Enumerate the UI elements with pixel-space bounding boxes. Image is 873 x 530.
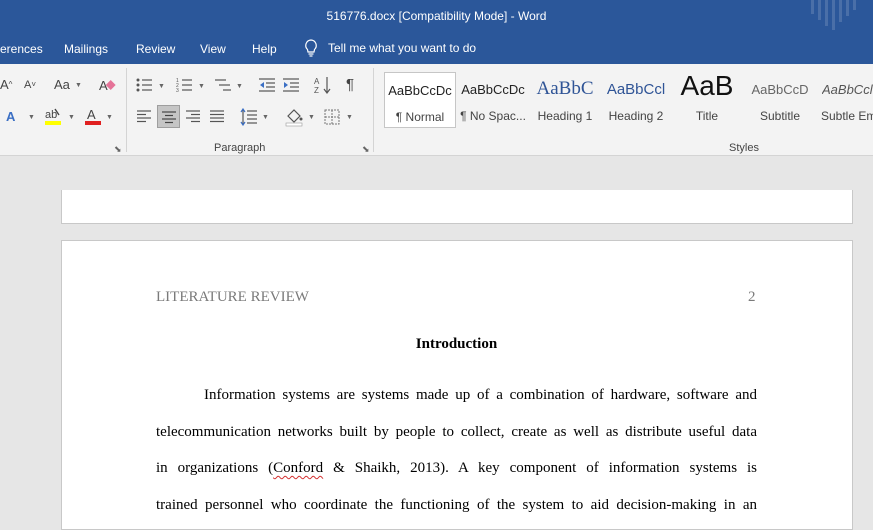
bullets-icon[interactable] <box>136 77 154 93</box>
section-heading: Introduction <box>415 336 498 352</box>
body-line-1: Information systems are systems made up … <box>204 387 757 403</box>
line-spacing-caret-icon[interactable]: ▼ <box>262 114 269 121</box>
running-head: LITERATURE REVIEW <box>156 289 309 305</box>
line-spacing-icon[interactable] <box>240 108 258 126</box>
lightbulb-icon <box>305 39 317 57</box>
tab-references[interactable]: erences <box>0 42 43 56</box>
font-dialog-launcher-icon[interactable]: ⬊ <box>114 144 122 155</box>
window-title: 516776.docx [Compatibility Mode] - Word <box>326 9 547 23</box>
paragraph-dialog-launcher-icon[interactable]: ⬊ <box>362 144 370 155</box>
clear-formatting-icon[interactable]: A <box>98 77 116 93</box>
style-heading-1-preview: AaBbC <box>536 78 594 99</box>
style-title[interactable]: AaB Title <box>672 72 742 128</box>
body-line-3: in organizations (Conford & Shaikh, 2013… <box>156 460 757 477</box>
ribbon-tabs: erences Mailings Review View Help Tell m… <box>0 32 873 64</box>
text-effects-icon[interactable]: A <box>6 108 15 126</box>
align-center-icon <box>162 111 176 124</box>
sort-icon[interactable]: A Z <box>314 75 332 95</box>
style-subtle-emphasis-preview: AaBbCcl <box>822 82 873 97</box>
style-subtle-emphasis[interactable]: AaBbCcl Subtle Em <box>818 72 873 128</box>
page-number: 2 <box>748 289 756 305</box>
style-title-preview: AaB <box>680 72 734 101</box>
style-normal-preview: AaBbCcDc <box>388 83 452 98</box>
show-formatting-icon[interactable]: ¶ <box>346 76 354 94</box>
svg-text:3: 3 <box>176 88 179 93</box>
style-heading-1[interactable]: AaBbC Heading 1 <box>530 72 600 128</box>
increase-indent-icon[interactable] <box>282 77 300 93</box>
misspelled-word[interactable]: Conford <box>273 460 323 476</box>
body-line-4: trained personnel who coordinate the fun… <box>156 497 757 513</box>
body-line-3-start: in organizations ( <box>156 460 274 476</box>
ribbon-home: A^ A˅ Aa ▼ A A ▼ ab ▼ A ▼ ⬊ ▼ 123 ▼ ▼ <box>0 64 873 156</box>
tell-me-text: Tell me what you want to do <box>328 41 477 55</box>
align-center-button[interactable] <box>157 105 180 128</box>
shading-icon[interactable] <box>284 107 304 127</box>
change-case-icon[interactable]: Aa <box>54 76 70 94</box>
current-page[interactable] <box>61 240 853 530</box>
style-title-name: Title <box>695 109 719 123</box>
style-heading-2[interactable]: AaBbCcl Heading 2 <box>602 72 670 128</box>
bullets-caret-icon[interactable]: ▼ <box>158 83 165 90</box>
text-effects-caret-icon[interactable]: ▼ <box>28 114 35 121</box>
style-subtitle[interactable]: AaBbCcD Subtitle <box>746 72 814 128</box>
multilevel-list-icon[interactable] <box>214 77 232 93</box>
numbering-caret-icon[interactable]: ▼ <box>198 83 205 90</box>
tab-review[interactable]: Review <box>136 42 175 56</box>
borders-icon[interactable] <box>324 109 340 125</box>
title-bar-decoration-icon <box>811 0 856 30</box>
title-bar: 516776.docx [Compatibility Mode] - Word <box>0 0 873 32</box>
svg-text:A: A <box>87 107 96 122</box>
style-subtitle-preview: AaBbCcD <box>751 82 809 97</box>
style-normal[interactable]: AaBbCcDc ¶ Normal <box>384 72 456 128</box>
body-line-2: telecommunication networks built by peop… <box>156 424 757 440</box>
tab-help[interactable]: Help <box>252 42 277 56</box>
decrease-indent-icon[interactable] <box>258 77 276 93</box>
svg-text:A: A <box>314 77 320 86</box>
previous-page <box>61 190 853 224</box>
align-left-icon[interactable] <box>136 109 152 123</box>
style-subtle-emphasis-name: Subtle Em <box>821 109 873 123</box>
style-heading-2-name: Heading 2 <box>608 109 664 123</box>
borders-caret-icon[interactable]: ▼ <box>346 114 353 121</box>
font-color-icon[interactable]: A <box>84 107 102 127</box>
change-case-caret-icon[interactable]: ▼ <box>75 82 82 89</box>
shading-caret-icon[interactable]: ▼ <box>308 114 315 121</box>
multilevel-caret-icon[interactable]: ▼ <box>236 83 243 90</box>
styles-group-label: Styles <box>729 142 759 154</box>
grow-font-icon[interactable]: A ^ <box>0 76 12 94</box>
shrink-font-icon[interactable]: A ˅ <box>24 76 36 94</box>
highlight-color-icon[interactable]: ab <box>44 107 62 127</box>
style-normal-name: ¶ Normal <box>395 110 445 124</box>
numbering-icon[interactable]: 123 <box>176 77 194 93</box>
style-heading-1-name: Heading 1 <box>537 109 593 123</box>
font-color-caret-icon[interactable]: ▼ <box>106 114 113 121</box>
style-no-spacing[interactable]: AaBbCcDc ¶ No Spac... <box>458 72 528 128</box>
tab-mailings[interactable]: Mailings <box>64 42 108 56</box>
paragraph-group-label: Paragraph <box>214 142 266 154</box>
tab-view[interactable]: View <box>200 42 226 56</box>
highlight-caret-icon[interactable]: ▼ <box>68 114 75 121</box>
body-line-3-end: & Shaikh, 2013). A key component of info… <box>323 460 758 476</box>
align-right-icon[interactable] <box>185 109 201 123</box>
style-subtitle-name: Subtitle <box>759 109 801 123</box>
style-heading-2-preview: AaBbCcl <box>606 81 666 98</box>
tell-me-box[interactable]: Tell me what you want to do <box>304 39 476 57</box>
style-no-spacing-name: ¶ No Spac... <box>460 109 526 123</box>
style-no-spacing-preview: AaBbCcDc <box>461 82 525 97</box>
justify-icon[interactable] <box>209 109 225 123</box>
svg-text:Z: Z <box>314 86 319 95</box>
